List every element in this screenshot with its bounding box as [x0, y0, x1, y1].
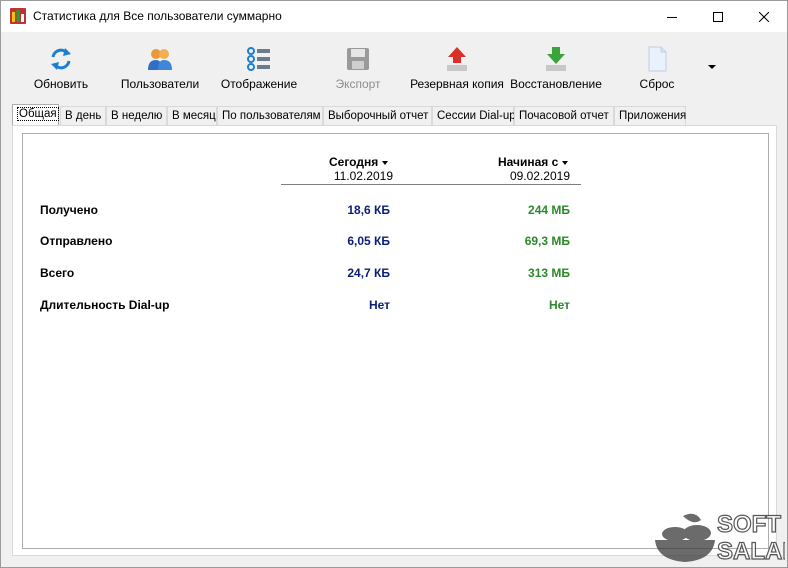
toolbar: Обновить Пользователи Отображение Экспор…: [1, 32, 787, 103]
column-header-since[interactable]: Начиная с: [498, 155, 569, 169]
dropdown-arrow-icon: [562, 160, 569, 165]
display-settings-icon: [247, 47, 270, 71]
summary-view: Сегодня 11.02.2019 Начиная с 09.02.2019 …: [22, 133, 769, 549]
window-title: Статистика для Все пользователи суммарно: [33, 9, 282, 23]
value-sent-since: 69,3 МБ: [524, 234, 570, 248]
tab-hourly-report[interactable]: Почасовой отчет: [514, 106, 614, 126]
tab-per-month[interactable]: В месяц: [167, 106, 217, 126]
column-header-today[interactable]: Сегодня: [329, 155, 389, 169]
maximize-button[interactable]: [695, 1, 741, 32]
tab-general[interactable]: Общая: [12, 104, 59, 126]
backup-label: Резервная копия: [410, 77, 504, 91]
display-label: Отображение: [220, 77, 298, 91]
close-icon: [759, 11, 769, 22]
backup-button[interactable]: Резервная копия: [410, 46, 504, 98]
tab-per-day[interactable]: В день: [60, 106, 106, 126]
restore-button[interactable]: Восстановление: [510, 46, 602, 98]
row-label-total: Всего: [40, 266, 75, 280]
row-label-dialup-duration: Длительность Dial-up: [40, 298, 170, 312]
refresh-label: Обновить: [33, 77, 89, 91]
refresh-button[interactable]: Обновить: [33, 46, 89, 98]
value-received-since: 244 МБ: [528, 203, 570, 217]
date-since: 09.02.2019: [509, 169, 570, 183]
users-button[interactable]: Пользователи: [120, 46, 200, 98]
restore-download-icon: [546, 47, 566, 71]
reset-label: Сброс: [639, 77, 675, 91]
watermark-salad: SALAD: [717, 538, 785, 564]
value-dialup-today: Нет: [368, 298, 390, 312]
tab-custom-report[interactable]: Выборочный отчет: [323, 106, 432, 126]
value-dialup-since: Нет: [548, 298, 570, 312]
value-received-today: 18,6 КБ: [347, 203, 390, 217]
users-label: Пользователи: [120, 77, 200, 91]
maximize-icon: [713, 11, 723, 22]
header-divider: [281, 184, 581, 185]
tab-dialup-sessions[interactable]: Сессии Dial-up: [432, 106, 516, 126]
softsalad-watermark: SOFT SALAD: [655, 510, 785, 564]
title-bar: Статистика для Все пользователи суммарно: [1, 1, 787, 32]
watermark-soft: SOFT: [717, 511, 781, 538]
row-label-sent: Отправлено: [40, 234, 113, 248]
tab-panel: Сегодня 11.02.2019 Начиная с 09.02.2019 …: [12, 125, 777, 556]
toolbar-overflow-chevron-icon[interactable]: [707, 62, 717, 72]
blank-document-icon: [648, 46, 667, 72]
date-today: 11.02.2019: [333, 169, 393, 183]
dropdown-arrow-icon: [382, 160, 389, 165]
salad-bowl-icon: [655, 513, 715, 562]
users-icon: [148, 49, 172, 70]
export-button: Экспорт: [333, 46, 383, 98]
row-label-received: Получено: [40, 203, 99, 217]
backup-upload-icon: [447, 47, 467, 71]
tab-by-users[interactable]: По пользователям: [217, 106, 323, 126]
app-window: Статистика для Все пользователи суммарно…: [0, 0, 788, 568]
minimize-button[interactable]: [649, 1, 695, 32]
value-total-since: 313 МБ: [528, 266, 570, 280]
close-button[interactable]: [741, 1, 787, 32]
floppy-disk-icon: [347, 48, 369, 70]
restore-label: Восстановление: [510, 77, 602, 91]
refresh-icon: [51, 48, 71, 70]
value-sent-today: 6,05 КБ: [347, 234, 390, 248]
value-total-today: 24,7 КБ: [347, 266, 390, 280]
tab-per-week[interactable]: В неделю: [106, 106, 167, 126]
app-icon: [10, 8, 26, 24]
reset-button[interactable]: Сброс: [635, 46, 679, 98]
display-button[interactable]: Отображение: [221, 46, 297, 98]
export-label: Экспорт: [335, 77, 381, 91]
minimize-icon: [667, 16, 677, 18]
tab-applications[interactable]: Приложения: [614, 106, 686, 126]
